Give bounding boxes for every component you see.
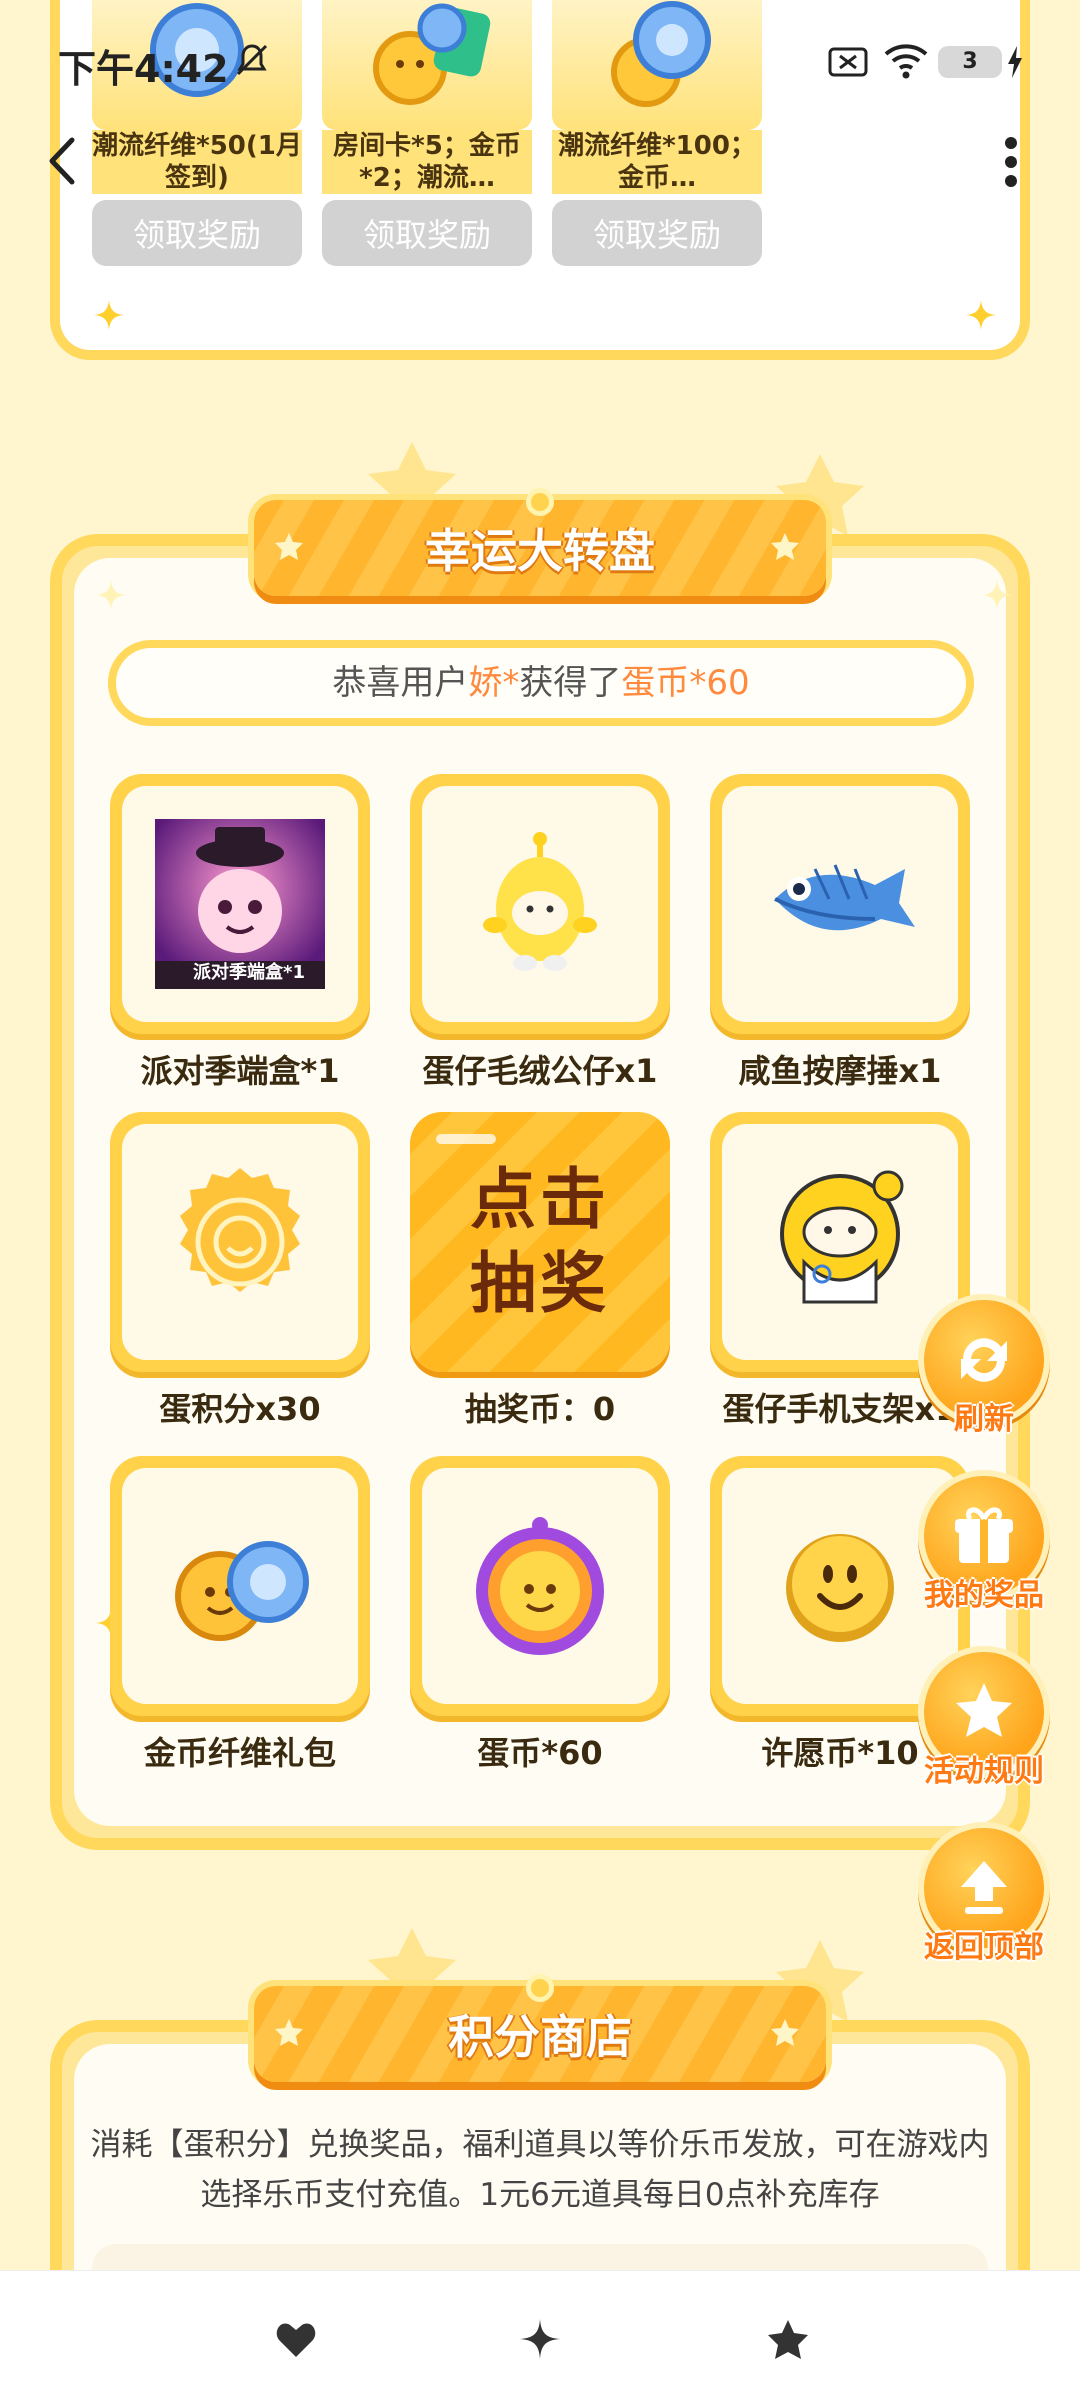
sparkle-icon	[966, 300, 996, 330]
refresh-label: 刷新	[954, 1402, 1014, 1437]
prize-egg-coins: 蛋币*60	[410, 1456, 670, 1774]
banner-star-icon	[275, 533, 303, 560]
eggy-phone-stand-image	[780, 1170, 904, 1304]
charging-bolt-icon	[1008, 46, 1022, 78]
wifi-icon	[884, 44, 928, 79]
notifications-muted-icon	[236, 44, 268, 76]
banner-star-icon	[771, 533, 799, 560]
draw-button-label: 点击抽奖	[470, 1161, 610, 1322]
back-to-top-label: 返回顶部	[924, 1930, 1044, 1965]
sparkle-icon[interactable]	[518, 2317, 562, 2361]
prize-name: 蛋币*60	[477, 1734, 603, 1772]
no-sim-icon	[828, 47, 868, 77]
egg-points-badge-icon	[180, 1168, 300, 1292]
back-chevron-icon[interactable]	[44, 136, 80, 186]
salted-fish-image	[774, 864, 915, 931]
prize-coin-fiber-pack: 金币纤维礼包	[110, 1456, 370, 1774]
prize-name: 咸鱼按摩捶x1	[738, 1052, 942, 1090]
claim-reward-button[interactable]: 领取奖励	[552, 200, 762, 266]
marquee-prefix: 恭喜用户	[332, 663, 469, 703]
status-time: 下午4:42	[58, 47, 229, 91]
banner-star-icon	[275, 2019, 303, 2046]
gift-icon	[955, 1507, 1013, 1563]
winner-marquee: 恭喜用户娇*获得了蛋币*60	[108, 640, 974, 726]
battery-indicator: 3	[938, 46, 1002, 78]
egg-coin-image	[476, 1517, 604, 1655]
marquee-user: 娇*	[468, 663, 520, 703]
party-box-caption: 派对季端盒*1	[193, 962, 305, 983]
marquee-middle: 获得了	[519, 663, 622, 703]
points-shop-description: 消耗【蛋积分】兑换奖品，福利道具以等价乐币发放，可在游戏内选择乐币支付充值。1元…	[90, 2127, 990, 2213]
arrow-up-icon	[961, 1861, 1007, 1914]
banner-pin	[526, 1974, 554, 2002]
sparkle-icon	[982, 580, 1012, 610]
activity-rules-label: 活动规则	[924, 1754, 1044, 1789]
wish-coin-image	[786, 1534, 894, 1642]
more-vertical-icon[interactable]	[1004, 136, 1018, 188]
heart-icon[interactable]	[274, 2317, 318, 2361]
prize-draw-button-cell: 点击抽奖 抽奖币：0	[410, 1112, 670, 1430]
prize-party-box: 派对季端盒*1 派对季端盒*1	[110, 774, 370, 1092]
bottom-navigation	[0, 2270, 1080, 2400]
prize-salted-fish-massager: 咸鱼按摩捶x1	[710, 774, 970, 1092]
banner-pin	[526, 488, 554, 516]
prize-name: 金币纤维礼包	[143, 1734, 336, 1772]
refresh-button[interactable]: 刷新	[908, 1294, 1060, 1446]
my-prizes-button[interactable]: 我的奖品	[908, 1470, 1060, 1622]
status-bar: 下午4:42 3	[0, 0, 1080, 120]
sparkle-icon	[96, 580, 126, 610]
marquee-prize: 蛋币*60	[621, 663, 750, 703]
activity-rules-button[interactable]: 活动规则	[908, 1646, 1060, 1798]
eggy-plush-image	[483, 832, 597, 971]
claim-reward-button[interactable]: 领取奖励	[92, 200, 302, 266]
prize-name: 蛋积分x30	[159, 1390, 321, 1428]
prize-egg-points: 蛋积分x30	[110, 1112, 370, 1430]
lucky-wheel-banner: 幸运大转盘	[254, 488, 826, 596]
sign-in-reward-label: 房间卡*5；金币*2；潮流…	[322, 130, 532, 194]
banner-star-icon	[771, 2019, 799, 2046]
prize-name: 蛋仔毛绒公仔x1	[422, 1052, 658, 1090]
sparkle-icon	[94, 300, 124, 330]
star-badge-icon	[956, 1683, 1012, 1737]
my-prizes-label: 我的奖品	[924, 1578, 1044, 1613]
lucky-wheel-title: 幸运大转盘	[425, 524, 655, 578]
prize-name: 派对季端盒*1	[140, 1052, 340, 1090]
coin-fiber-pack-image	[175, 1541, 309, 1641]
refresh-icon	[961, 1338, 1007, 1382]
draw-button[interactable]: 点击抽奖	[410, 1112, 670, 1372]
claim-reward-button[interactable]: 领取奖励	[322, 200, 532, 266]
points-shop-title: 积分商店	[448, 2010, 632, 2064]
points-shop-banner: 积分商店	[254, 1974, 826, 2082]
star-icon[interactable]	[766, 2317, 810, 2361]
back-to-top-button[interactable]: 返回顶部	[908, 1822, 1060, 1974]
sign-in-reward-label: 潮流纤维*50(1月签到)	[92, 130, 302, 194]
prize-plush-doll: 蛋仔毛绒公仔x1	[410, 774, 670, 1092]
draw-coin-count: 抽奖币：0	[464, 1390, 616, 1428]
sign-in-reward-label: 潮流纤维*100；金币…	[552, 130, 762, 194]
